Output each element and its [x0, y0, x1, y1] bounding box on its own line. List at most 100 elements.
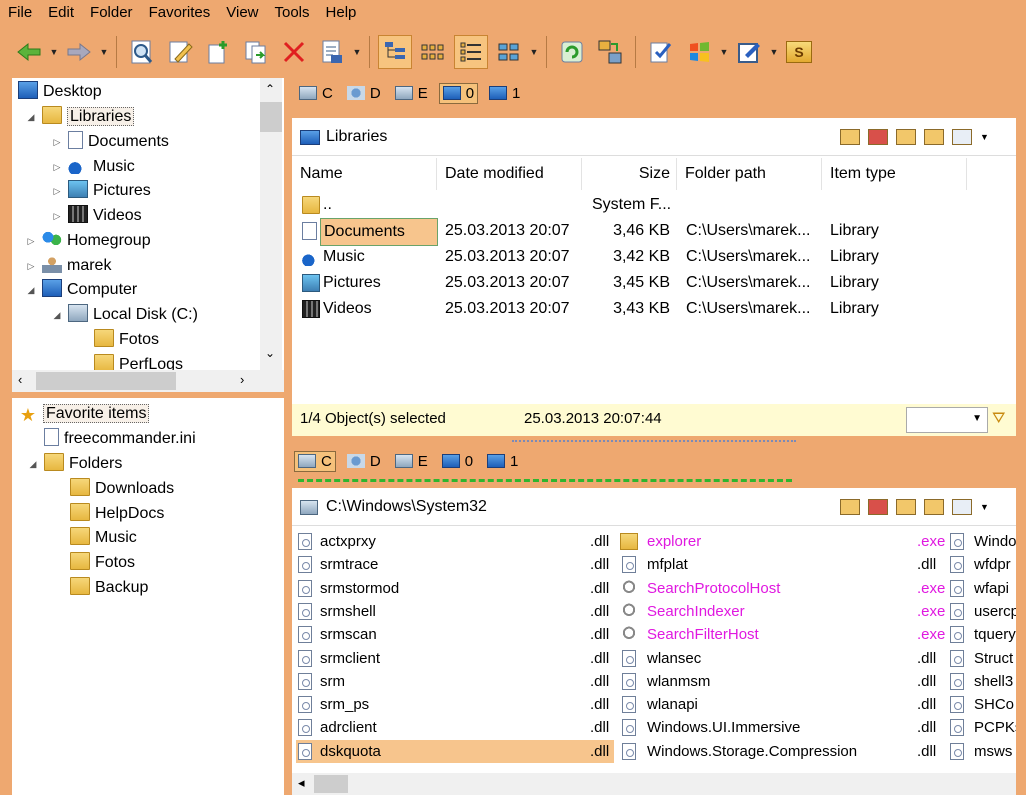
folder-up-icon[interactable] [896, 499, 916, 515]
favorites-button[interactable] [644, 35, 678, 69]
list-item[interactable]: .. System F... [292, 192, 1016, 218]
list-item[interactable]: Music 25.03.2013 20:07 3,42 KB C:\Users\… [292, 244, 1016, 270]
notepad-button[interactable] [732, 35, 766, 69]
view-file-dropdown[interactable]: ▼ [351, 35, 363, 69]
favorite-item-ini[interactable]: freecommander.ini [44, 427, 196, 451]
scroll-right-icon[interactable]: › [240, 372, 244, 387]
new-file-button[interactable] [201, 35, 235, 69]
folder-tree-panel[interactable]: Desktop ◢ Libraries ▷ Documents ▷ Music ▷ Pi… [12, 78, 284, 370]
column-name[interactable]: Name [292, 158, 437, 190]
list-item[interactable]: SearchProtocolHost .exe [620, 577, 945, 600]
expand-arrow-icon[interactable]: ▷ [51, 155, 63, 179]
list-item[interactable]: mfplat .dll [620, 553, 942, 576]
list-item[interactable]: SearchIndexer .exe [620, 600, 945, 623]
expand-arrow-icon[interactable]: ▷ [25, 229, 37, 253]
column-size[interactable]: Size [582, 158, 677, 190]
collapse-arrow-icon[interactable]: ◢ [25, 105, 37, 129]
list-item[interactable]: Pictures 25.03.2013 20:07 3,45 KB C:\Use… [292, 270, 1016, 296]
copy-path-icon[interactable] [952, 129, 972, 145]
tree-vertical-scrollbar[interactable]: ⌃ ⌄ [260, 78, 282, 370]
scroll-thumb[interactable] [314, 775, 348, 793]
tree-item-desktop[interactable]: Desktop [18, 80, 102, 104]
scroll-thumb[interactable] [36, 372, 176, 390]
expand-arrow-icon[interactable]: ▷ [25, 254, 37, 278]
drive-d[interactable]: D [344, 452, 384, 471]
list-item[interactable]: srmshell .dll [296, 600, 614, 623]
folder-history-icon[interactable] [840, 499, 860, 515]
copy-path-icon[interactable] [952, 499, 972, 515]
favorite-item-backup[interactable]: Backup [70, 576, 148, 600]
find-button[interactable] [125, 35, 159, 69]
pane-menu-chevron-down-icon[interactable]: ▼ [980, 129, 989, 145]
menu-view[interactable]: View [218, 0, 266, 26]
list-item[interactable]: srm_ps .dll [296, 693, 614, 716]
windows-button[interactable] [682, 35, 716, 69]
pane-menu-chevron-down-icon[interactable]: ▼ [980, 499, 989, 515]
back-button[interactable] [12, 35, 46, 69]
edit-button[interactable] [163, 35, 197, 69]
drive-network[interactable]: 1 [486, 84, 523, 103]
menu-file[interactable]: File [0, 0, 40, 26]
favorites-root[interactable]: ★ Favorite items [18, 402, 150, 426]
collapse-arrow-icon[interactable]: ◢ [51, 303, 63, 327]
drive-e[interactable]: E [392, 452, 431, 471]
tree-item-videos[interactable]: ▷ Videos [54, 204, 142, 228]
favorite-item-helpdocs[interactable]: HelpDocs [70, 502, 164, 526]
windows-dropdown[interactable]: ▼ [718, 35, 730, 69]
menu-folder[interactable]: Folder [82, 0, 141, 26]
list-item[interactable]: wlanmsm .dll [620, 670, 942, 693]
menu-edit[interactable]: Edit [40, 0, 82, 26]
menu-tools[interactable]: Tools [267, 0, 318, 26]
tree-item-pictures[interactable]: ▷ Pictures [54, 179, 151, 203]
forward-button[interactable] [62, 35, 96, 69]
view-dropdown[interactable]: ▼ [528, 35, 540, 69]
list-item[interactable]: srmscan .dll [296, 623, 614, 646]
folder-root-icon[interactable] [924, 129, 944, 145]
list-item[interactable]: srmstormod .dll [296, 577, 614, 600]
drive-e[interactable]: E [392, 84, 431, 103]
list-item[interactable]: explorer .exe [620, 530, 945, 553]
list-item[interactable]: wlanapi .dll [620, 693, 942, 716]
list-item[interactable]: actxprxy .dll [296, 530, 614, 553]
notepad-dropdown[interactable]: ▼ [768, 35, 780, 69]
list-item[interactable]: wfapi [950, 577, 1016, 600]
copy-button[interactable] [239, 35, 273, 69]
tree-item-homegroup[interactable]: ▷ Homegroup [28, 229, 151, 253]
favorite-item-downloads[interactable]: Downloads [70, 477, 174, 501]
tree-item-perflogs[interactable]: PerfLogs [94, 353, 183, 370]
tree-item-libraries[interactable]: ◢ Libraries [28, 105, 135, 129]
delete-button[interactable] [277, 35, 311, 69]
tree-view-button[interactable] [378, 35, 412, 69]
list-item[interactable]: Videos 25.03.2013 20:07 3,43 KB C:\Users… [292, 296, 1016, 322]
list-item[interactable]: Windo [950, 530, 1016, 553]
list-item[interactable]: srmclient .dll [296, 647, 614, 670]
refresh-button[interactable] [555, 35, 589, 69]
list-item[interactable]: wlansec .dll [620, 647, 942, 670]
list-item[interactable]: srm .dll [296, 670, 614, 693]
scroll-left-icon[interactable]: ◂ [298, 775, 305, 791]
tree-item-documents[interactable]: ▷ Documents [54, 130, 169, 154]
list-item[interactable]: Documents 25.03.2013 20:07 3,46 KB C:\Us… [292, 218, 1016, 246]
tree-item-local-disk[interactable]: ◢ Local Disk (C:) [54, 303, 198, 327]
list-item[interactable]: msws [950, 740, 1016, 763]
favorite-folder-icon[interactable] [868, 499, 888, 515]
tree-item-fotos[interactable]: Fotos [94, 328, 159, 352]
folder-root-icon[interactable] [924, 499, 944, 515]
column-folder-path[interactable]: Folder path [677, 158, 822, 190]
tree-item-marek[interactable]: ▷ marek [28, 254, 111, 278]
large-icons-button[interactable] [416, 35, 450, 69]
list-item[interactable]: tquery [950, 623, 1016, 646]
folder-history-icon[interactable] [840, 129, 860, 145]
list-item[interactable]: usercp [950, 600, 1016, 623]
thumbnails-button[interactable] [492, 35, 526, 69]
column-item-type[interactable]: Item type [822, 158, 967, 190]
favorites-panel[interactable]: ★ Favorite items freecommander.ini ◢ Folde… [12, 398, 284, 795]
list-item[interactable]: shell3 [950, 670, 1016, 693]
back-dropdown[interactable]: ▼ [48, 35, 60, 69]
script-button[interactable]: S [782, 35, 816, 69]
scroll-thumb[interactable] [260, 102, 282, 132]
column-date-modified[interactable]: Date modified [437, 158, 582, 190]
drive-c[interactable]: C [296, 84, 336, 103]
drive-desktop[interactable]: 0 [438, 82, 479, 104]
scroll-left-icon[interactable]: ‹ [18, 372, 22, 387]
